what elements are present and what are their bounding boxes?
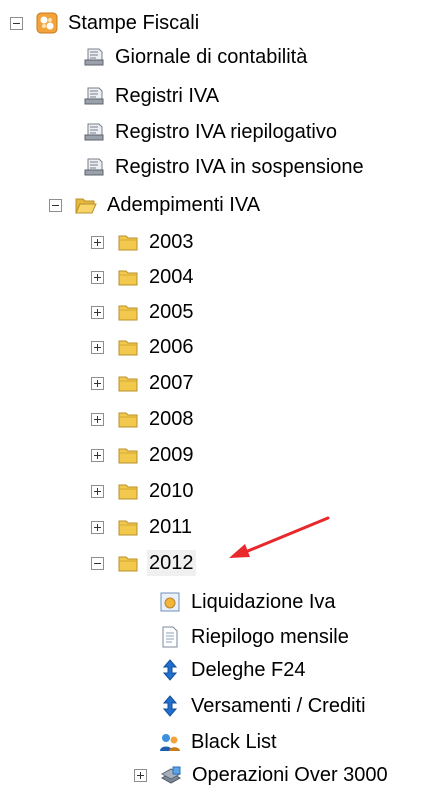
- tree-node-adempimenti[interactable]: Adempimenti IVA: [49, 188, 262, 222]
- tree-node-year[interactable]: 2010: [91, 474, 196, 508]
- users-icon: [160, 734, 180, 751]
- collapse-toggle-root[interactable]: [10, 16, 23, 30]
- report-printer-icon: [84, 87, 104, 105]
- tree-label-liquidazione: Liquidazione Iva: [191, 591, 336, 613]
- tree-node-year[interactable]: 2003: [91, 225, 196, 259]
- expand-toggle-year[interactable]: [91, 270, 104, 284]
- tree-node-operazioni[interactable]: Operazioni Over 3000: [134, 758, 390, 792]
- tree-view: Stampe Fiscali Giornale di contabilità R…: [0, 0, 442, 796]
- tree-label-report: Registro IVA in sospensione: [115, 156, 364, 178]
- tree-label-adempimenti: Adempimenti IVA: [107, 194, 261, 216]
- collapse-toggle-adempimenti[interactable]: [49, 198, 62, 212]
- report-printer-icon: [84, 123, 104, 141]
- document-icon: [162, 626, 178, 648]
- expand-toggle-year[interactable]: [91, 376, 104, 390]
- tree-node-report[interactable]: Giornale di contabilità: [83, 40, 309, 74]
- folder-icon: [118, 448, 138, 464]
- tree-label-blacklist: Black List: [191, 731, 277, 753]
- tree-node-liquidazione[interactable]: Liquidazione Iva: [159, 585, 338, 619]
- report-printer-icon: [84, 158, 104, 176]
- expand-toggle-year[interactable]: [91, 484, 104, 498]
- tree-label-year: 2004: [149, 266, 194, 288]
- folder-icon: [118, 235, 138, 251]
- folder-icon: [118, 484, 138, 500]
- tree-label-year: 2009: [149, 444, 194, 466]
- folder-icon: [118, 520, 138, 536]
- tree-node-year[interactable]: 2004: [91, 260, 196, 294]
- tree-label-year: 2007: [149, 372, 194, 394]
- tree-node-riepilogo[interactable]: Riepilogo mensile: [159, 620, 351, 654]
- tree-label-report: Registro IVA riepilogativo: [115, 121, 337, 143]
- tree-label-year: 2003: [149, 231, 194, 253]
- tree-label-report: Registri IVA: [115, 85, 220, 107]
- expand-toggle-year[interactable]: [91, 235, 104, 249]
- up-down-arrow-icon: [162, 695, 178, 717]
- tree-label-riepilogo: Riepilogo mensile: [191, 626, 349, 648]
- tree-node-year[interactable]: 2011: [91, 510, 194, 544]
- stack-icon: [160, 766, 182, 784]
- expand-toggle-operazioni[interactable]: [134, 768, 147, 782]
- tree-node-year[interactable]: 2006: [91, 330, 196, 364]
- tree-label-operazioni: Operazioni Over 3000: [192, 764, 388, 786]
- tree-node-year[interactable]: 2007: [91, 366, 196, 400]
- folder-icon: [118, 376, 138, 392]
- liquidation-icon: [160, 592, 180, 612]
- stampe-fiscali-icon: [36, 12, 58, 34]
- tree-node-report[interactable]: Registri IVA: [83, 79, 221, 113]
- tree-node-year[interactable]: 2005: [91, 295, 196, 329]
- annotation-arrow-icon: [229, 516, 330, 558]
- expand-toggle-year[interactable]: [91, 520, 104, 534]
- tree-node-root[interactable]: Stampe Fiscali: [10, 6, 201, 40]
- folder-icon: [118, 270, 138, 286]
- tree-node-blacklist[interactable]: Black List: [159, 725, 279, 759]
- tree-node-year-selected[interactable]: 2012: [91, 546, 196, 580]
- tree-node-report[interactable]: Registro IVA in sospensione: [83, 150, 366, 184]
- tree-node-versamenti[interactable]: Versamenti / Crediti: [159, 689, 368, 723]
- tree-label-year: 2011: [149, 516, 193, 538]
- tree-node-report[interactable]: Registro IVA riepilogativo: [83, 115, 339, 149]
- tree-node-year[interactable]: 2008: [91, 402, 196, 436]
- folder-icon: [118, 412, 138, 428]
- tree-label-year: 2006: [149, 336, 194, 358]
- expand-toggle-year[interactable]: [91, 305, 104, 319]
- tree-node-deleghe[interactable]: Deleghe F24: [159, 653, 308, 687]
- folder-icon: [118, 340, 138, 356]
- expand-toggle-year[interactable]: [91, 412, 104, 426]
- expand-toggle-year[interactable]: [91, 340, 104, 354]
- report-printer-icon: [84, 48, 104, 66]
- tree-label-root: Stampe Fiscali: [68, 12, 200, 34]
- tree-label-year: 2008: [149, 408, 194, 430]
- folder-icon: [118, 305, 138, 321]
- tree-label-deleghe: Deleghe F24: [191, 659, 306, 681]
- tree-label-report: Giornale di contabilità: [115, 46, 308, 68]
- tree-label-year: 2010: [149, 480, 194, 502]
- open-folder-icon: [75, 198, 97, 214]
- tree-node-year[interactable]: 2009: [91, 438, 196, 472]
- tree-label-year: 2005: [149, 301, 194, 323]
- folder-icon: [118, 556, 138, 572]
- up-down-arrow-icon: [162, 659, 178, 681]
- tree-label-year-selected: 2012: [147, 550, 196, 576]
- expand-toggle-year[interactable]: [91, 448, 104, 462]
- tree-label-versamenti: Versamenti / Crediti: [191, 695, 366, 717]
- collapse-toggle-2012[interactable]: [91, 556, 104, 570]
